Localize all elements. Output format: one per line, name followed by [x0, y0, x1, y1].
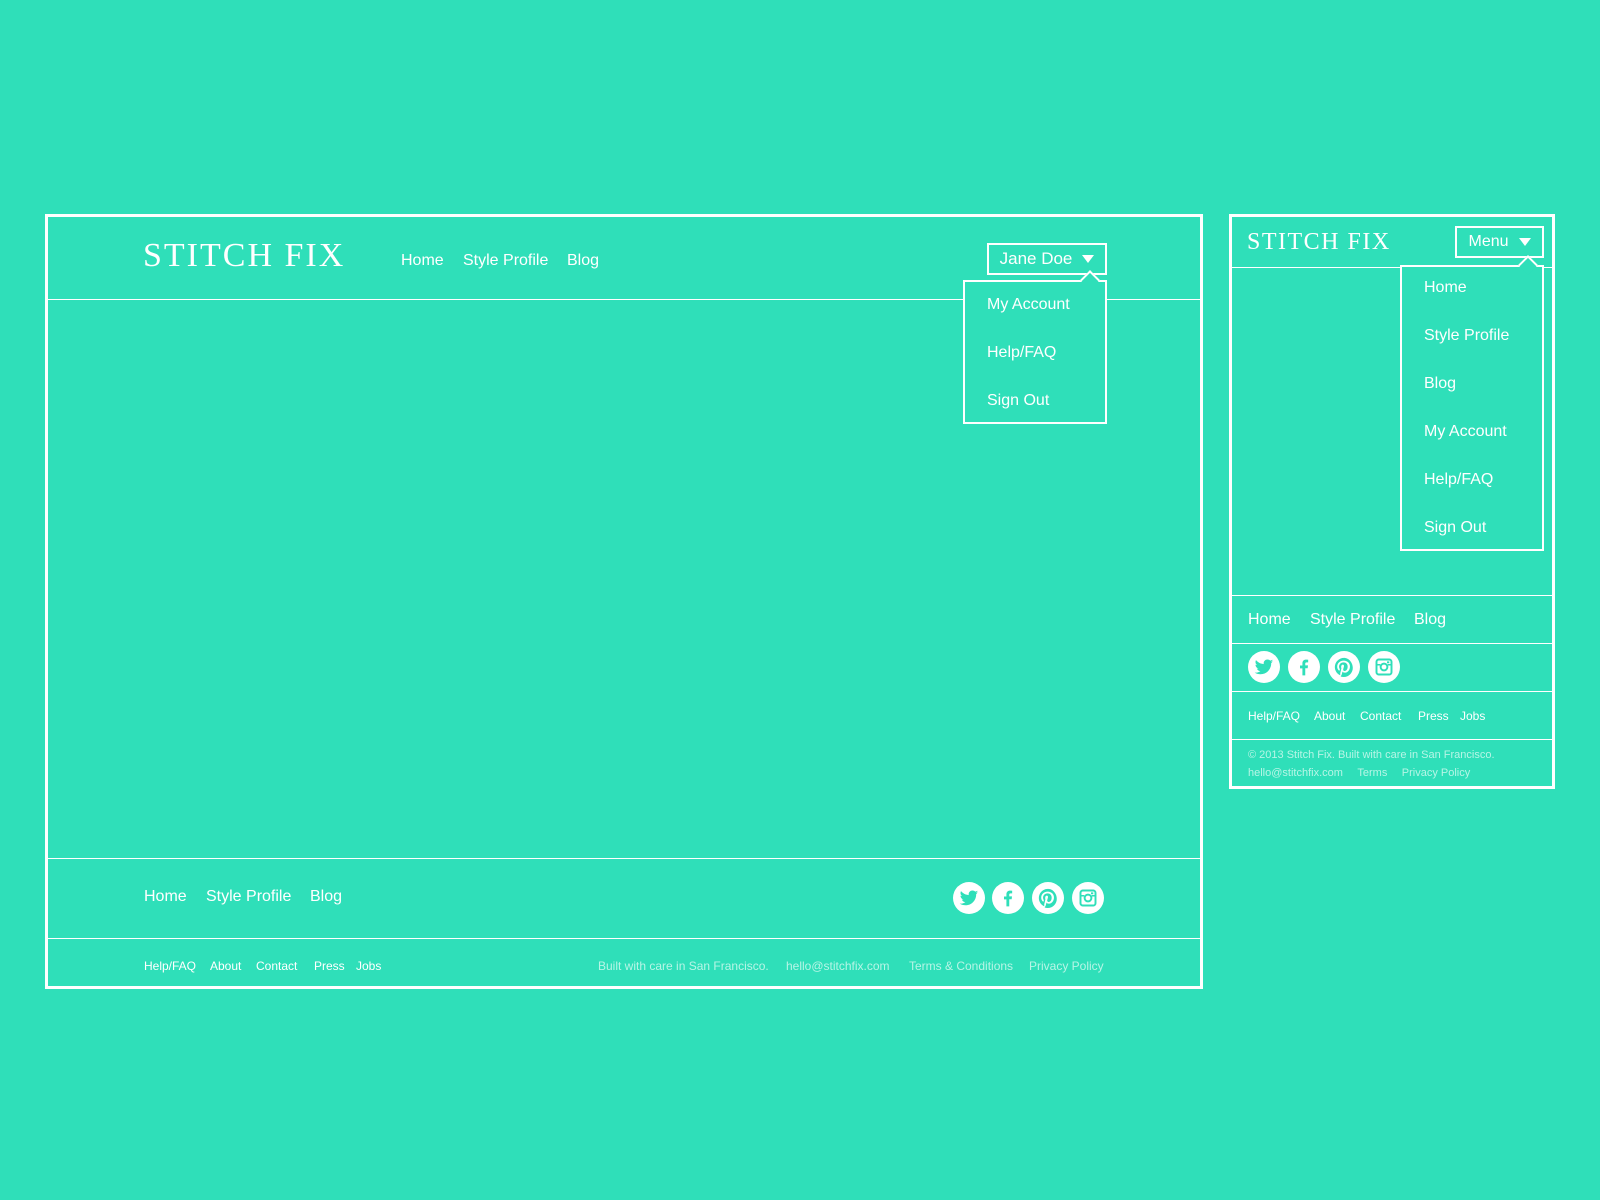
footer-email-link[interactable]: hello@stitchfix.com [786, 959, 890, 973]
menu-item-help-faq[interactable]: Help/FAQ [987, 344, 1056, 362]
nav-style-profile[interactable]: Style Profile [463, 252, 548, 270]
footer-link-help-faq[interactable]: Help/FAQ [144, 959, 196, 973]
mobile-footer-divider-2 [1232, 643, 1552, 644]
nav-blog[interactable]: Blog [567, 252, 599, 270]
mobile-menu-item-sign-out[interactable]: Sign Out [1424, 519, 1486, 537]
pinterest-icon[interactable] [1032, 882, 1064, 914]
footer-terms-link[interactable]: Terms & Conditions [909, 959, 1013, 973]
caret-down-icon [1082, 255, 1095, 263]
mobile-footer-nav-blog[interactable]: Blog [1414, 611, 1446, 629]
mobile-menu-button[interactable]: Menu [1455, 226, 1544, 258]
mobile-footer-link-about[interactable]: About [1314, 709, 1345, 723]
menu-item-sign-out[interactable]: Sign Out [987, 392, 1049, 410]
nav-home[interactable]: Home [401, 252, 444, 270]
menu-pointer [1518, 255, 1538, 275]
mobile-menu-item-help-faq[interactable]: Help/FAQ [1424, 471, 1493, 489]
footer-built-text: Built with care in San Francisco. [598, 959, 769, 973]
footer-privacy-link[interactable]: Privacy Policy [1029, 959, 1104, 973]
menu-item-my-account[interactable]: My Account [987, 296, 1070, 314]
instagram-icon[interactable] [1072, 882, 1104, 914]
mobile-footer-nav-home[interactable]: Home [1248, 611, 1291, 629]
user-name: Jane Doe [999, 249, 1073, 268]
twitter-icon[interactable] [953, 882, 985, 914]
footer-bottom-divider [48, 938, 1200, 939]
mobile-privacy-link[interactable]: Privacy Policy [1402, 767, 1470, 779]
mobile-email-link[interactable]: hello@stitchfix.com [1248, 767, 1343, 779]
mobile-terms-link[interactable]: Terms [1357, 767, 1387, 779]
mobile-footer-divider-4 [1232, 739, 1552, 740]
mobile-menu-label: Menu [1468, 233, 1509, 250]
footer-nav-blog[interactable]: Blog [310, 888, 342, 906]
mobile-footer-link-jobs[interactable]: Jobs [1460, 709, 1485, 723]
user-dropdown-menu: My Account Help/FAQ Sign Out [963, 270, 1107, 424]
mobile-mockup: STITCH FIX Menu Home Style Profile Blog … [1229, 214, 1555, 789]
footer-nav-style-profile[interactable]: Style Profile [206, 888, 291, 906]
mobile-footer-nav-style-profile[interactable]: Style Profile [1310, 611, 1395, 629]
desktop-mockup: STITCH FIX Home Style Profile Blog Jane … [45, 214, 1203, 989]
mobile-footer-info-links: hello@stitchfix.com Terms Privacy Policy [1248, 763, 1548, 781]
mobile-dropdown-menu: Home Style Profile Blog My Account Help/… [1400, 255, 1544, 551]
footer-nav-home[interactable]: Home [144, 888, 187, 906]
mobile-footer-link-contact[interactable]: Contact [1360, 709, 1401, 723]
mobile-logo[interactable]: STITCH FIX [1247, 229, 1391, 256]
mobile-menu-item-home[interactable]: Home [1424, 279, 1467, 297]
footer-link-press[interactable]: Press [314, 959, 345, 973]
mobile-footer-info: © 2013 Stitch Fix. Built with care in Sa… [1248, 749, 1548, 781]
facebook-icon[interactable] [992, 882, 1024, 914]
mobile-menu-item-blog[interactable]: Blog [1424, 375, 1456, 393]
mobile-menu-item-my-account[interactable]: My Account [1424, 423, 1507, 441]
pinterest-icon[interactable] [1328, 651, 1360, 683]
mobile-footer-divider-3 [1232, 691, 1552, 692]
footer-link-jobs[interactable]: Jobs [356, 959, 381, 973]
footer-link-contact[interactable]: Contact [256, 959, 297, 973]
mobile-footer-link-press[interactable]: Press [1418, 709, 1449, 723]
footer-top-divider [48, 858, 1200, 859]
desktop-logo[interactable]: STITCH FIX [143, 237, 345, 275]
footer-link-about[interactable]: About [210, 959, 241, 973]
twitter-icon[interactable] [1248, 651, 1280, 683]
facebook-icon[interactable] [1288, 651, 1320, 683]
caret-down-icon [1518, 238, 1531, 246]
mobile-copyright: © 2013 Stitch Fix. Built with care in Sa… [1248, 749, 1495, 761]
mobile-menu-item-style-profile[interactable]: Style Profile [1424, 327, 1509, 345]
instagram-icon[interactable] [1368, 651, 1400, 683]
mobile-footer-link-help-faq[interactable]: Help/FAQ [1248, 709, 1300, 723]
mobile-footer-divider-1 [1232, 595, 1552, 596]
